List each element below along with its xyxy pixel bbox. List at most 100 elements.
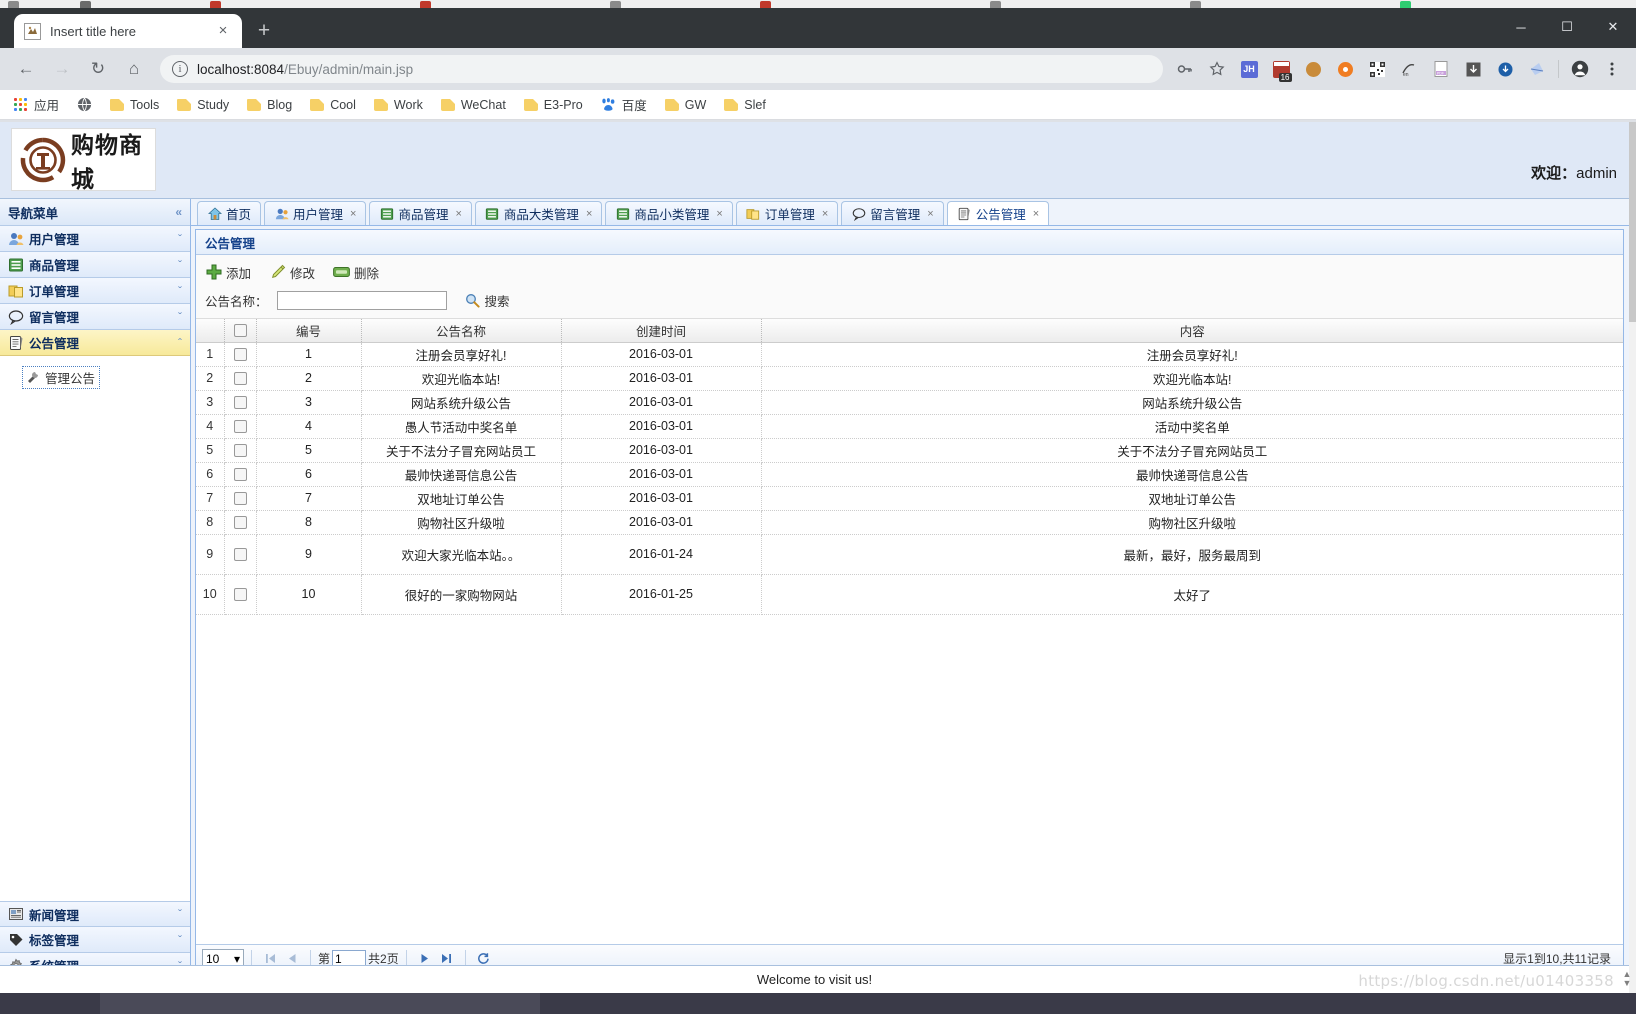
select-all-checkbox[interactable] bbox=[233, 324, 247, 338]
jh-extension-icon[interactable]: JH bbox=[1236, 56, 1262, 82]
maximize-button[interactable]: ☐ bbox=[1544, 8, 1590, 46]
cell-checkbox[interactable] bbox=[224, 510, 257, 535]
bookmark-item-blog[interactable]: Blog bbox=[239, 93, 300, 117]
key-icon[interactable] bbox=[1172, 56, 1198, 82]
monkey-extension-icon[interactable] bbox=[1300, 56, 1326, 82]
page-scrollbar[interactable] bbox=[1629, 122, 1636, 1014]
th-id[interactable]: 编号 bbox=[256, 319, 362, 343]
tab-close-icon[interactable]: × bbox=[455, 208, 461, 220]
sidebar-item-orders[interactable]: 订单管理 ˇ bbox=[0, 278, 190, 304]
row-checkbox[interactable] bbox=[233, 588, 247, 602]
tab-messages[interactable]: 留言管理 × bbox=[841, 201, 944, 225]
row-checkbox[interactable] bbox=[233, 492, 247, 506]
cell-checkbox[interactable] bbox=[224, 462, 257, 487]
tab-notices[interactable]: 公告管理 × bbox=[946, 201, 1050, 225]
chevron-down-icon[interactable]: ˇ bbox=[178, 284, 182, 298]
tab-orders[interactable]: 订单管理 × bbox=[735, 201, 839, 225]
th-content[interactable]: 内容 bbox=[761, 319, 1623, 343]
bookmark-item-work[interactable]: Work bbox=[366, 93, 431, 117]
th-time[interactable]: 创建时间 bbox=[561, 319, 762, 343]
minimize-button[interactable]: ─ bbox=[1498, 8, 1544, 46]
chevron-down-icon[interactable]: ˇ bbox=[178, 933, 182, 947]
tab-close-icon[interactable]: × bbox=[214, 22, 232, 40]
cell-checkbox[interactable] bbox=[224, 534, 257, 575]
chevron-down-icon[interactable]: ˇ bbox=[178, 907, 182, 921]
cell-checkbox[interactable] bbox=[224, 342, 257, 367]
sidebar-item-goods[interactable]: 商品管理 ˇ bbox=[0, 252, 190, 278]
scroll-arrows[interactable]: ▲ ▼ bbox=[1620, 966, 1634, 992]
collapse-icon[interactable]: « bbox=[175, 205, 182, 219]
row-checkbox[interactable] bbox=[233, 444, 247, 458]
circle-download-icon[interactable] bbox=[1492, 56, 1518, 82]
delete-button[interactable]: 删除 bbox=[333, 263, 379, 282]
new-tab-button[interactable]: + bbox=[252, 20, 276, 44]
orange-extension-icon[interactable] bbox=[1332, 56, 1358, 82]
search-input[interactable] bbox=[276, 290, 447, 310]
taskbar-item[interactable] bbox=[100, 993, 540, 1014]
calendar-16-icon[interactable]: 16 bbox=[1268, 56, 1294, 82]
notice-table-wrapper[interactable]: 编号 公告名称 创建时间 内容 1 1 注册会员享好礼! 2016-03-01 注册会员… bbox=[196, 319, 1623, 944]
sidebar-item-users[interactable]: 用户管理 ˇ bbox=[0, 226, 190, 252]
cell-checkbox[interactable] bbox=[224, 366, 257, 391]
home-button[interactable]: ⌂ bbox=[119, 54, 149, 84]
window-close-button[interactable]: ✕ bbox=[1590, 8, 1636, 46]
tab-close-icon[interactable]: × bbox=[1033, 208, 1039, 220]
chevron-up-icon[interactable]: ˆ bbox=[178, 336, 182, 350]
bookmark-apps[interactable]: 应用 bbox=[6, 93, 67, 117]
download-extension-icon[interactable] bbox=[1460, 56, 1486, 82]
bookmark-item-tools[interactable]: Tools bbox=[102, 93, 167, 117]
sidebar-item-messages[interactable]: 留言管理 ˇ bbox=[0, 304, 190, 330]
bookmark-item-slef[interactable]: Slef bbox=[716, 93, 774, 117]
row-checkbox[interactable] bbox=[233, 420, 247, 434]
bookmark-item-e3pro[interactable]: E3-Pro bbox=[516, 93, 591, 117]
chevron-down-icon[interactable]: ˇ bbox=[178, 232, 182, 246]
scroll-down-icon[interactable]: ▼ bbox=[1623, 979, 1632, 988]
forward-button[interactable]: → bbox=[47, 54, 77, 84]
tab-close-icon[interactable]: × bbox=[822, 208, 828, 220]
edit-button[interactable]: 修改 bbox=[269, 263, 315, 282]
translate-extension-icon[interactable]: en bbox=[1396, 56, 1422, 82]
row-checkbox[interactable] bbox=[233, 372, 247, 386]
address-bar[interactable]: i localhost:8084/Ebuy/admin/main.jsp bbox=[160, 55, 1163, 83]
kite-extension-icon[interactable] bbox=[1524, 56, 1550, 82]
row-checkbox[interactable] bbox=[233, 468, 247, 482]
tab-close-icon[interactable]: × bbox=[586, 208, 592, 220]
tab-home[interactable]: 首页 bbox=[197, 201, 262, 225]
row-checkbox[interactable] bbox=[233, 348, 247, 362]
row-checkbox[interactable] bbox=[233, 548, 247, 562]
scrollbar-thumb[interactable] bbox=[1629, 122, 1636, 322]
cell-checkbox[interactable] bbox=[224, 390, 257, 415]
bookmark-item-wechat[interactable]: WeChat bbox=[433, 93, 514, 117]
row-checkbox[interactable] bbox=[233, 396, 247, 410]
tab-close-icon[interactable]: × bbox=[927, 208, 933, 220]
tab-goods-subcategory[interactable]: 商品小类管理 × bbox=[605, 201, 733, 225]
cell-checkbox[interactable] bbox=[224, 574, 257, 615]
profile-icon[interactable] bbox=[1567, 56, 1593, 82]
sidebar-item-tags[interactable]: 标签管理 ˇ bbox=[0, 927, 190, 953]
site-info-icon[interactable]: i bbox=[172, 61, 188, 77]
qrcode-extension-icon[interactable] bbox=[1364, 56, 1390, 82]
chevron-down-icon[interactable]: ˇ bbox=[178, 310, 182, 324]
search-button[interactable]: 搜索 bbox=[464, 291, 510, 310]
row-checkbox[interactable] bbox=[233, 516, 247, 530]
th-selectall[interactable] bbox=[224, 319, 257, 343]
reload-button[interactable]: ↻ bbox=[83, 54, 113, 84]
cell-checkbox[interactable] bbox=[224, 414, 257, 439]
pdf-extension-icon[interactable]: PDF bbox=[1428, 56, 1454, 82]
bookmark-item-study[interactable]: Study bbox=[169, 93, 237, 117]
cell-checkbox[interactable] bbox=[224, 438, 257, 463]
star-icon[interactable] bbox=[1204, 56, 1230, 82]
tab-goods[interactable]: 商品管理 × bbox=[369, 201, 472, 225]
tab-close-icon[interactable]: × bbox=[350, 208, 356, 220]
site-logo[interactable]: 购物商城 bbox=[11, 128, 156, 193]
tab-close-icon[interactable]: × bbox=[716, 208, 722, 220]
sidebar-item-news[interactable]: 新闻管理 ˇ bbox=[0, 901, 190, 927]
bookmark-item-gw[interactable]: GW bbox=[657, 93, 715, 117]
th-name[interactable]: 公告名称 bbox=[361, 319, 562, 343]
cell-checkbox[interactable] bbox=[224, 486, 257, 511]
back-button[interactable]: ← bbox=[11, 54, 41, 84]
add-button[interactable]: 添加 bbox=[205, 263, 251, 282]
sidebar-item-notices[interactable]: 公告管理 ˆ bbox=[0, 330, 190, 356]
chrome-menu-icon[interactable] bbox=[1599, 56, 1625, 82]
browser-tab[interactable]: Insert title here × bbox=[14, 14, 242, 48]
